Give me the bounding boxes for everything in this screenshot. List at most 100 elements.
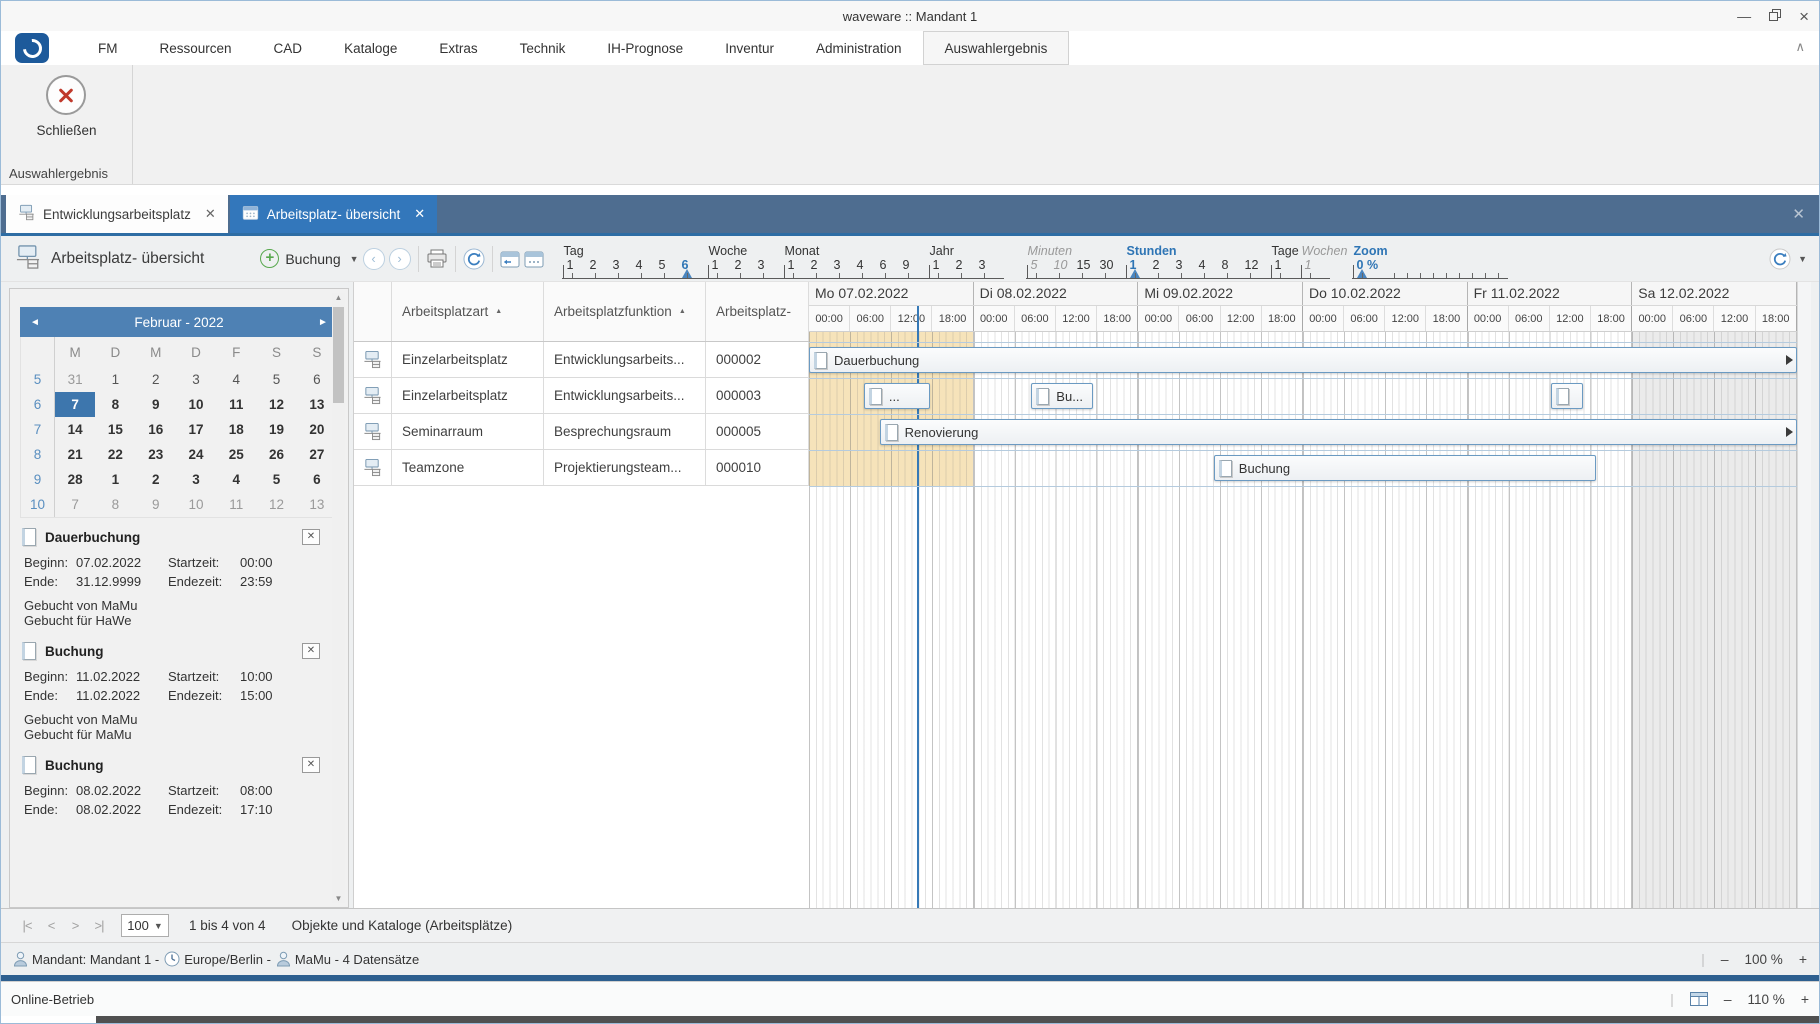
- scroll-up-icon[interactable]: ▲: [332, 293, 345, 302]
- zoom-in-button[interactable]: +: [1799, 951, 1807, 967]
- calendar-day[interactable]: 27: [297, 442, 337, 467]
- calendar-day[interactable]: 3: [176, 367, 216, 392]
- booking-scrollbar[interactable]: ▲ ▼: [332, 293, 345, 903]
- chevron-down-icon[interactable]: ▼: [1798, 254, 1807, 264]
- calendar-day[interactable]: 1: [95, 367, 135, 392]
- scroll-down-icon[interactable]: ▼: [332, 894, 345, 903]
- calendar-day[interactable]: 7: [55, 392, 95, 417]
- calendar-day[interactable]: 11: [216, 392, 256, 417]
- menu-item-fm[interactable]: FM: [77, 31, 139, 65]
- zoom-in-button[interactable]: +: [1801, 991, 1809, 1007]
- calendar-day[interactable]: 23: [136, 442, 176, 467]
- gantt-bar[interactable]: Buchung: [1214, 455, 1596, 481]
- gantt-bar[interactable]: Dauerbuchung: [809, 347, 1797, 373]
- menu-item-ih-prognose[interactable]: IH-Prognose: [586, 31, 704, 65]
- doc-tab-arbeitsplatz-bersicht[interactable]: Arbeitsplatz- übersicht✕: [230, 195, 437, 233]
- zoom-out-button[interactable]: –: [1721, 951, 1729, 967]
- minimize-icon[interactable]: —: [1737, 9, 1751, 23]
- doc-tab-entwicklungsarbeitsplatz[interactable]: Entwicklungsarbeitsplatz✕: [6, 195, 228, 233]
- page-size-select[interactable]: 100 ▼: [121, 914, 169, 937]
- booking-close-button[interactable]: ✕: [302, 757, 320, 773]
- calendar-day[interactable]: 8: [95, 392, 135, 417]
- table-row[interactable]: EinzelarbeitsplatzEntwicklungsarbeits...…: [354, 342, 809, 378]
- calendar-day[interactable]: 2: [136, 367, 176, 392]
- calendar-next-icon[interactable]: [524, 249, 544, 269]
- menu-item-inventur[interactable]: Inventur: [704, 31, 795, 65]
- calendar-day[interactable]: 12: [256, 492, 296, 517]
- menu-item-extras[interactable]: Extras: [418, 31, 498, 65]
- timescale-woche[interactable]: Woche123: [707, 244, 783, 278]
- calendar-day[interactable]: 4: [216, 467, 256, 492]
- calendar-day[interactable]: 18: [216, 417, 256, 442]
- scrollbar-thumb[interactable]: [333, 307, 344, 403]
- table-row[interactable]: EinzelarbeitsplatzEntwicklungsarbeits...…: [354, 378, 809, 414]
- gantt-bar[interactable]: ...: [864, 383, 930, 409]
- next-page-button[interactable]: >: [63, 918, 87, 933]
- table-row[interactable]: TeamzoneProjektierungsteam...000010: [354, 450, 809, 486]
- table-row[interactable]: SeminarraumBesprechungsraum000005: [354, 414, 809, 450]
- calendar-day[interactable]: 12: [256, 392, 296, 417]
- calendar-day[interactable]: 4: [216, 367, 256, 392]
- calendar-day[interactable]: 13: [297, 392, 337, 417]
- calendar-day[interactable]: 10: [176, 392, 216, 417]
- timescale-jahr[interactable]: Jahr123: [928, 244, 1004, 278]
- calendar-day[interactable]: 11: [216, 492, 256, 517]
- tab-close-icon[interactable]: ✕: [205, 206, 216, 222]
- column-header-arbeitsplatz[interactable]: Arbeitsplatz-: [706, 282, 809, 341]
- calendar-day[interactable]: 19: [256, 417, 296, 442]
- calendar-prev-month-icon[interactable]: ◄: [20, 317, 50, 328]
- close-icon[interactable]: ×: [1799, 8, 1809, 25]
- first-page-button[interactable]: |<: [15, 918, 39, 933]
- next-button[interactable]: ›: [389, 248, 411, 270]
- zoom-out-button[interactable]: –: [1724, 991, 1732, 1007]
- calendar-day[interactable]: 3: [176, 467, 216, 492]
- calendar-day[interactable]: 31: [55, 367, 95, 392]
- calendar-day[interactable]: 25: [216, 442, 256, 467]
- booking-close-button[interactable]: ✕: [302, 643, 320, 659]
- tab-close-icon[interactable]: ✕: [414, 206, 425, 222]
- menu-item-technik[interactable]: Technik: [499, 31, 587, 65]
- timescale-minuten[interactable]: Minuten5101530: [1026, 244, 1125, 278]
- ribbon-collapse-icon[interactable]: ∧: [1795, 39, 1805, 55]
- calendar-day[interactable]: 13: [297, 492, 337, 517]
- column-header-arbeitsplatzart[interactable]: Arbeitsplatzart▲: [392, 282, 544, 341]
- booking-close-button[interactable]: ✕: [302, 529, 320, 545]
- layout-icon[interactable]: [1690, 992, 1708, 1006]
- calendar-day[interactable]: 28: [55, 467, 95, 492]
- timescale-stunden[interactable]: Stunden1234812: [1125, 244, 1270, 278]
- calendar-day[interactable]: 6: [297, 467, 337, 492]
- calendar-day[interactable]: 26: [256, 442, 296, 467]
- calendar-day[interactable]: 16: [136, 417, 176, 442]
- timescale-tage[interactable]: Tage1: [1270, 244, 1300, 278]
- refresh-icon[interactable]: [463, 248, 485, 270]
- add-buchung-button[interactable]: + Buchung ▼: [260, 249, 358, 268]
- timescale-wochen[interactable]: Wochen1: [1300, 244, 1330, 278]
- gantt-vertical-scrollbar[interactable]: [1797, 282, 1811, 908]
- calendar-day[interactable]: 9: [136, 492, 176, 517]
- calendar-day[interactable]: 22: [95, 442, 135, 467]
- calendar-day[interactable]: 1: [95, 467, 135, 492]
- column-header-arbeitsplatzfunktion[interactable]: Arbeitsplatzfunktion▲: [544, 282, 706, 341]
- timescale-tag[interactable]: Tag123456: [562, 244, 707, 278]
- calendar-day[interactable]: 14: [55, 417, 95, 442]
- print-icon[interactable]: [426, 249, 448, 269]
- gantt-bar[interactable]: Renovierung: [880, 419, 1797, 445]
- calendar-day[interactable]: 17: [176, 417, 216, 442]
- app-logo-icon[interactable]: [15, 33, 49, 63]
- calendar-prev-icon[interactable]: [500, 249, 520, 269]
- gantt-bar[interactable]: [1551, 383, 1583, 409]
- menu-item-auswahlergebnis[interactable]: Auswahlergebnis: [923, 31, 1070, 65]
- menu-item-administration[interactable]: Administration: [795, 31, 923, 65]
- calendar-day[interactable]: 9: [136, 392, 176, 417]
- menu-item-ressourcen[interactable]: Ressourcen: [139, 31, 253, 65]
- prev-page-button[interactable]: <: [39, 918, 63, 933]
- prev-button[interactable]: ‹: [363, 248, 385, 270]
- menu-item-kataloge[interactable]: Kataloge: [323, 31, 418, 65]
- calendar-day[interactable]: 21: [55, 442, 95, 467]
- timescale-monat[interactable]: Monat123469: [783, 244, 928, 278]
- calendar-day[interactable]: 7: [55, 492, 95, 517]
- calendar-day[interactable]: 20: [297, 417, 337, 442]
- calendar-day[interactable]: 6: [297, 367, 337, 392]
- calendar-day[interactable]: 5: [256, 467, 296, 492]
- calendar-day[interactable]: 24: [176, 442, 216, 467]
